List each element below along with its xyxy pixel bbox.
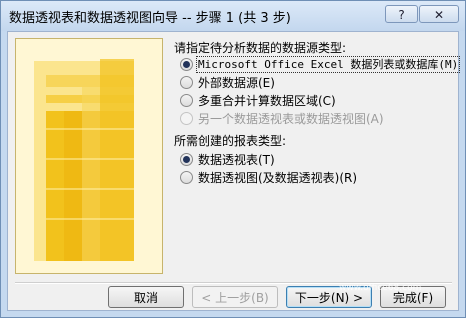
- report-type-heading: 所需创建的报表类型:: [174, 134, 287, 148]
- watermark: www.office68.com: [339, 283, 422, 293]
- option-external-source[interactable]: 外部数据源(E): [180, 74, 275, 90]
- radio-pivot-table[interactable]: [180, 153, 193, 166]
- option-external-source-label: 外部数据源(E): [198, 76, 275, 90]
- dialog-body: 请指定待分析数据的数据源类型: Microsoft Office Excel 数…: [7, 31, 461, 311]
- wizard-dialog: 数据透视表和数据透视图向导 -- 步骤 1 (共 3 步) ? ✕ 请指定待分析…: [0, 0, 466, 318]
- radio-another-pivot: [180, 112, 193, 125]
- option-pivot-chart[interactable]: 数据透视图(及数据透视表)(R): [180, 169, 357, 185]
- illustration-graphic: [16, 39, 162, 273]
- option-pivot-table[interactable]: 数据透视表(T): [180, 151, 275, 167]
- wizard-illustration: [15, 38, 163, 274]
- option-another-pivot: 另一个数据透视表或数据透视图(A): [180, 110, 384, 126]
- source-type-heading: 请指定待分析数据的数据源类型:: [174, 41, 347, 55]
- option-excel-list-label: Microsoft Office Excel 数据列表或数据库(M): [195, 56, 461, 73]
- window-title: 数据透视表和数据透视图向导 -- 步骤 1 (共 3 步): [9, 11, 291, 26]
- title-bar[interactable]: 数据透视表和数据透视图向导 -- 步骤 1 (共 3 步) ? ✕: [1, 1, 465, 31]
- option-another-pivot-label: 另一个数据透视表或数据透视图(A): [198, 112, 384, 126]
- option-multiple-ranges-label: 多重合并计算数据区域(C): [198, 94, 336, 108]
- radio-pivot-chart[interactable]: [180, 171, 193, 184]
- cancel-button[interactable]: 取消: [108, 286, 184, 308]
- back-button: < 上一步(B): [192, 286, 278, 308]
- close-button[interactable]: ✕: [419, 5, 459, 23]
- radio-external-source[interactable]: [180, 76, 193, 89]
- radio-multiple-ranges[interactable]: [180, 94, 193, 107]
- option-excel-list[interactable]: Microsoft Office Excel 数据列表或数据库(M): [180, 56, 461, 73]
- option-pivot-table-label: 数据透视表(T): [198, 153, 275, 167]
- radio-excel-list[interactable]: [180, 57, 193, 71]
- help-button[interactable]: ?: [385, 5, 418, 23]
- option-multiple-ranges[interactable]: 多重合并计算数据区域(C): [180, 92, 336, 108]
- option-pivot-chart-label: 数据透视图(及数据透视表)(R): [198, 171, 358, 185]
